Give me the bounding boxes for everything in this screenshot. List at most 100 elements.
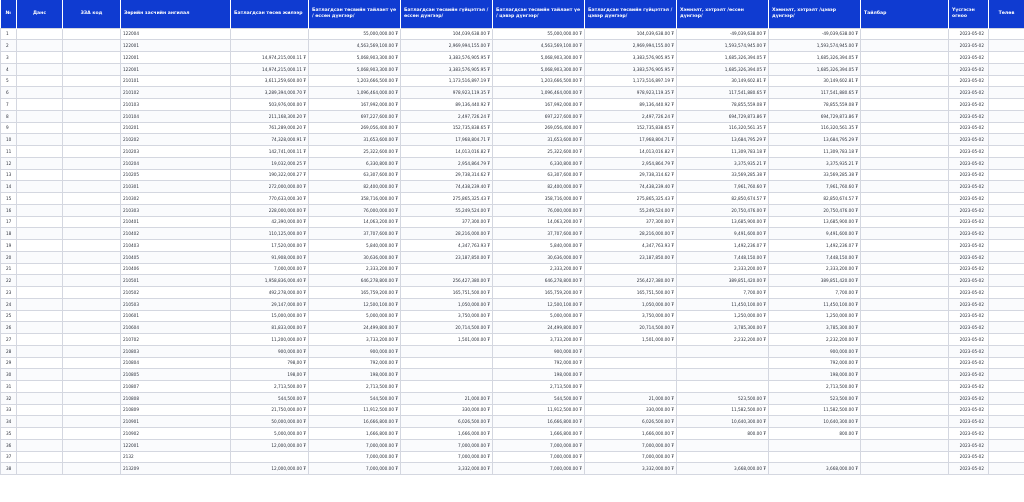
cell-category: 122001 [120, 39, 231, 52]
col-created-date-header[interactable]: Үүсгэсэн огноо [948, 0, 989, 28]
table-row[interactable]: 4 122001 14,974,215,000.11 ₮ 5,068,903,300.… [0, 62, 1024, 76]
cell-index: 30 [0, 368, 17, 381]
table-row[interactable]: 25 210601 15,000,000.00 ₮ 5,000,000.00 ₮ 3,7… [0, 309, 1024, 323]
cell-period-net: 5,000,000.00 ₮ [492, 309, 585, 323]
table-row[interactable]: 28 210803 900,000.00 ₮ 900,000.00 ₮ 900,000.… [0, 344, 1024, 358]
col-period-cumulative-header[interactable]: Батлагдсан төсвийн тайлант үе / өссөн дү… [308, 0, 401, 28]
col-savings-net-header[interactable]: Хэмнэлт, хэтрэлт /цэвэр дүнгээр/ [768, 0, 861, 28]
table-row[interactable]: 34 210901 50,000,000.00 ₮ 16,666,800.00 ₮ 6,… [0, 415, 1024, 428]
table-row[interactable]: 36 122001 12,000,000.00 ₮ 7,000,000.00 ₮ 7,0… [0, 438, 1024, 452]
table-row[interactable]: 6 210102 3,289,394,000.70 ₮ 1,096,464,000.0… [0, 86, 1024, 99]
cell-approved-yearly: 3,611,259,600.00 ₮ [230, 74, 309, 88]
col-status-header[interactable]: Төлөв [988, 0, 1024, 28]
cell-period-net: 7,000,000.00 ₮ [492, 438, 585, 452]
col-category-header[interactable]: Зөрийн засчийн ангилал [120, 0, 231, 28]
col-approved-yearly-header[interactable]: Батлагдсан төсөв жилээр [230, 0, 309, 28]
table-row[interactable]: 10 210202 74,328,000.91 ₮ 31,653,600.00 ₮ 17… [0, 133, 1024, 146]
table-row[interactable]: 35 210902 5,000,000.00 ₮ 1,666,800.00 ₮ 1,66… [0, 427, 1024, 440]
cell-index: 14 [0, 180, 17, 193]
col-index-header[interactable]: № [0, 0, 17, 28]
cell-account [16, 109, 63, 123]
cell-status [988, 203, 1024, 217]
cell-category: 210405 [120, 250, 231, 264]
cell-period-net: 1,096,464,000.00 ₮ [492, 86, 585, 99]
cell-created-date: 2023-05-02 [948, 450, 989, 464]
cell-created-date: 2023-05-02 [948, 415, 989, 428]
col-code-header[interactable]: ЗЗА код [62, 0, 121, 28]
table-row[interactable]: 1 122004 55,000,000.00 ₮ 104,039,638.00 ₮ 55… [0, 27, 1024, 41]
table-row[interactable]: 7 210103 503,976,000.00 ₮ 167,992,000.00 ₮ 8… [0, 98, 1024, 111]
cell-note [860, 74, 949, 88]
table-row[interactable]: 19 210403 17,520,000.00 ₮ 5,840,000.00 ₮ 4,3… [0, 239, 1024, 252]
cell-code [62, 274, 121, 287]
table-row[interactable]: 20 210405 91,908,000.00 ₮ 30,636,000.00 ₮ 23… [0, 250, 1024, 264]
cell-period-cumulative: 7,000,000.00 ₮ [308, 450, 401, 464]
cell-approved-yearly: 761,289,000.20 ₮ [230, 121, 309, 135]
cell-period-cumulative: 7,000,000.00 ₮ [308, 438, 401, 452]
table-row[interactable]: 30 210805 198,00 ₮ 198,000.00 ₮ 198,000.00 ₮… [0, 368, 1024, 381]
cell-index: 35 [0, 427, 17, 440]
col-note-header[interactable]: Тайлбар [860, 0, 949, 28]
cell-account [16, 239, 63, 252]
cell-savings-cumulative [676, 344, 769, 358]
cell-savings-cumulative: 3,785,300.00 ₮ [676, 321, 769, 334]
table-row[interactable]: 2 122001 4,563,569,100.00 ₮ 2,969,994,155.0… [0, 39, 1024, 52]
cell-savings-net: 11,582,500.00 ₮ [768, 403, 861, 417]
col-period-net-header[interactable]: Батлагдсан төсвийн тайлант үе / цэвэр дү… [492, 0, 585, 28]
table-row[interactable]: 11 210203 142,741,000.11 ₮ 25,322,600.00 ₮ 1… [0, 145, 1024, 158]
table-row[interactable]: 38 213209 12,000,000.00 ₮ 7,000,000.00 ₮ 3,3… [0, 462, 1024, 475]
cell-category: 210804 [120, 356, 231, 370]
table-row[interactable]: 17 210401 42,390,000.00 ₮ 14,063,200.00 ₮ 37… [0, 215, 1024, 229]
table-row[interactable]: 15 210302 770,633,000.30 ₮ 358,716,000.00 ₮… [0, 192, 1024, 205]
cell-savings-cumulative: 3,375,935.21 ₮ [676, 156, 769, 170]
cell-savings-net: 117,541,880.65 ₮ [768, 86, 861, 99]
cell-period-cumulative: 697,227,600.00 ₮ [308, 109, 401, 123]
cell-savings-net: 9,491,600.00 ₮ [768, 227, 861, 240]
col-performance-net-header[interactable]: Батлагдсан төсвийн гүйцэтгэл / цэвэр дүн… [584, 0, 677, 28]
cell-status [988, 156, 1024, 170]
table-row[interactable]: 23 210502 492,278,000.00 ₮ 165,759,200.00 ₮… [0, 286, 1024, 299]
cell-status [988, 145, 1024, 158]
cell-account [16, 380, 63, 393]
cell-savings-cumulative: 9,491,600.00 ₮ [676, 227, 769, 240]
table-row[interactable]: 16 210303 228,000,000.00 ₮ 76,000,000.00 ₮ 5… [0, 203, 1024, 217]
cell-index: 31 [0, 380, 17, 393]
table-row[interactable]: 8 210104 211,168,300.20 ₮ 697,227,600.00 ₮ 2… [0, 109, 1024, 123]
cell-performance-net: 74,438,239.40 ₮ [584, 180, 677, 193]
cell-performance-net: 165,751,500.00 ₮ [584, 286, 677, 299]
cell-index: 5 [0, 74, 17, 88]
table-row[interactable]: 32 210808 544,500.00 ₮ 544,500.00 ₮ 21,000.0… [0, 391, 1024, 405]
cell-period-net: 165,759,200.00 ₮ [492, 286, 585, 299]
table-row[interactable]: 24 210503 29,147,000.00 ₮ 12,500,100.00 ₮ 1,… [0, 297, 1024, 311]
col-account-header[interactable]: Данс [16, 0, 63, 28]
col-performance-cumulative-header[interactable]: Батлагдсан төсвийн гүйцэтгэл / өссөн дүн… [400, 0, 493, 28]
table-row[interactable]: 33 210809 21,750,000.00 ₮ 11,912,500.00 ₮ 33… [0, 403, 1024, 417]
table-row[interactable]: 37 2132 7,000,000.00 ₮ 7,000,000.00 ₮ 7,000,… [0, 450, 1024, 464]
cell-period-cumulative: 5,000,000.00 ₮ [308, 309, 401, 323]
cell-index: 38 [0, 462, 17, 475]
cell-performance-net [584, 262, 677, 276]
cell-status [988, 450, 1024, 464]
table-row[interactable]: 14 210301 272,000,000.00 ₮ 82,400,000.00 ₮ 7… [0, 180, 1024, 193]
table-row[interactable]: 26 210604 81,833,000.00 ₮ 24,499,800.00 ₮ 20… [0, 321, 1024, 334]
table-row[interactable]: 29 210804 798,00 ₮ 792,000.00 ₮ 792,000.00 ₮… [0, 356, 1024, 370]
table-row[interactable]: 12 210204 19,032,000.25 ₮ 6,330,800.00 ₮ 2,9… [0, 156, 1024, 170]
table-row[interactable]: 5 210101 3,611,259,600.00 ₮ 1,203,666,500.0… [0, 74, 1024, 88]
table-row[interactable]: 9 210201 761,289,000.20 ₮ 269,056,400.00 ₮ 1… [0, 121, 1024, 135]
table-row[interactable]: 22 210501 1,958,836,000.40 ₮ 646,278,800.00… [0, 274, 1024, 287]
table-row[interactable]: 31 210807 2,713,500.00 ₮ 2,713,500.00 ₮ 2,71… [0, 380, 1024, 393]
cell-status [988, 239, 1024, 252]
table-row[interactable]: 21 210406 7,000,000.00 ₮ 2,333,200.00 ₮ 2,33… [0, 262, 1024, 276]
cell-note [860, 380, 949, 393]
cell-account [16, 462, 63, 475]
table-row[interactable]: 3 122001 14,974,215,000.11 ₮ 5,068,903,300.… [0, 51, 1024, 64]
table-row[interactable]: 18 210402 110,125,000.00 ₮ 37,707,600.00 ₮ 2… [0, 227, 1024, 240]
table-row[interactable]: 13 210205 190,322,000.27 ₮ 63,307,600.00 ₮ 2… [0, 168, 1024, 182]
cell-period-cumulative: 165,759,200.00 ₮ [308, 286, 401, 299]
cell-period-net: 6,330,800.00 ₮ [492, 156, 585, 170]
col-savings-cumulative-header[interactable]: Хэмнэлт, хэтрэлт /өссөн дүнгээр/ [676, 0, 769, 28]
table-row[interactable]: 27 210702 11,200,000.00 ₮ 3,733,200.00 ₮ 1,5… [0, 333, 1024, 346]
cell-category: 210204 [120, 156, 231, 170]
cell-savings-net [768, 450, 861, 464]
cell-savings-net: 7,700.00 ₮ [768, 286, 861, 299]
